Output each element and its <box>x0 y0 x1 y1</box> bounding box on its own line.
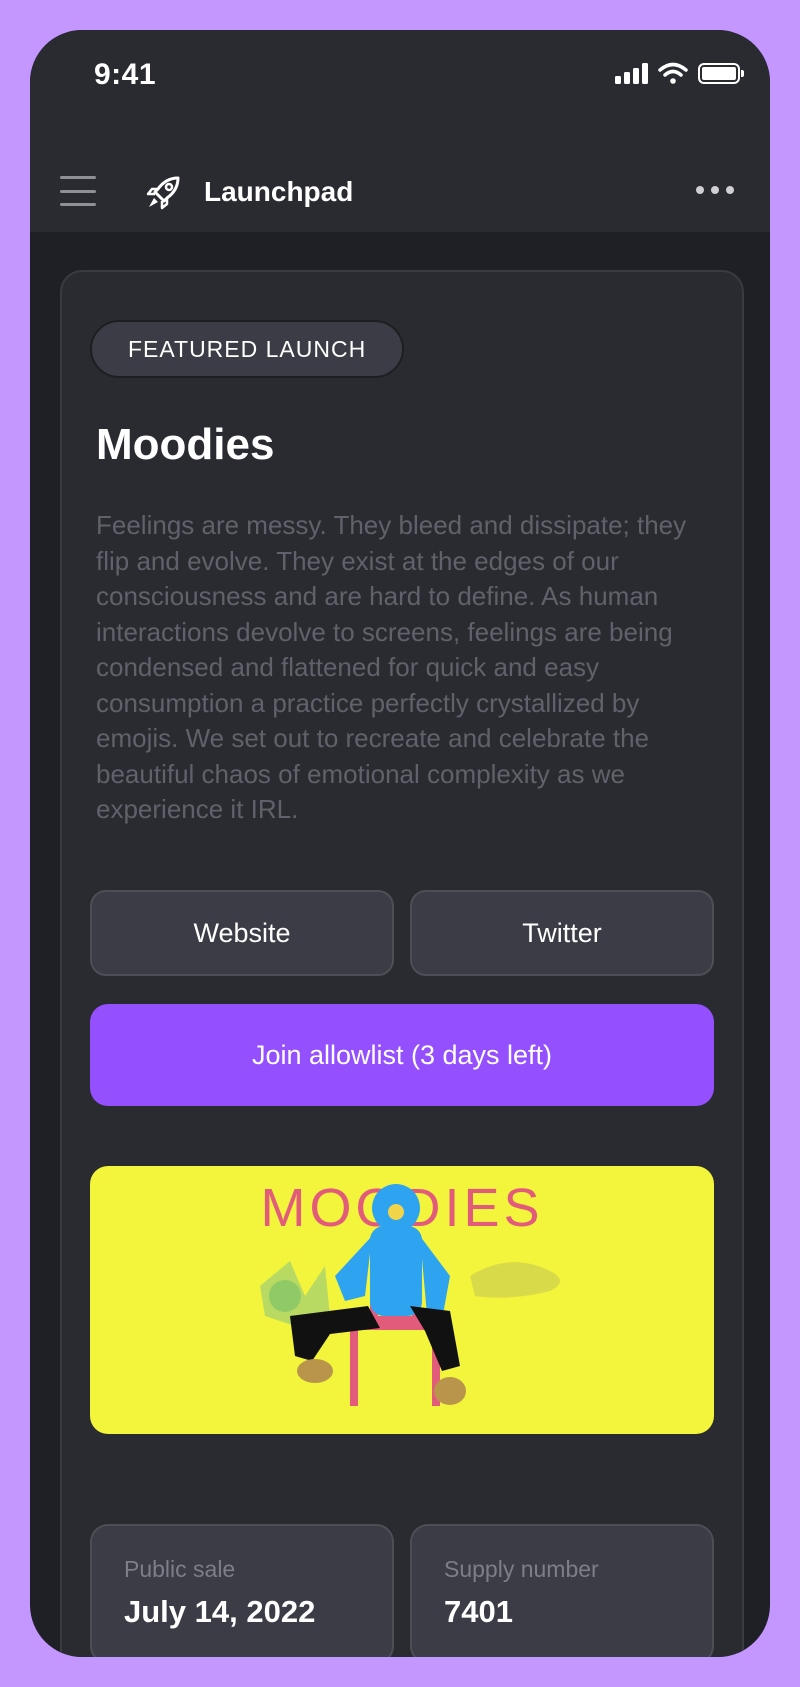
nft-artwork: MOODIES <box>90 1166 714 1434</box>
join-allowlist-button[interactable]: Join allowlist (3 days left) <box>90 1004 714 1106</box>
cellular-signal-icon <box>615 62 648 84</box>
stat-label: Supply number <box>444 1556 599 1582</box>
app-header: Launchpad <box>30 130 770 232</box>
device-frame: 9:41 Launchpad FEATURED LAUNCH Moodies F… <box>0 0 800 1687</box>
wifi-icon <box>658 62 688 84</box>
more-dots-icon[interactable] <box>696 186 734 194</box>
supply-number-stat: Supply number 7401 <box>410 1524 714 1657</box>
status-bar: 9:41 <box>30 30 770 130</box>
public-sale-stat: Public sale July 14, 2022 <box>90 1524 394 1657</box>
status-icons <box>615 62 744 84</box>
stat-label: Public sale <box>124 1556 236 1582</box>
rocket-icon <box>146 176 180 210</box>
project-title: Moodies <box>96 420 275 469</box>
website-button[interactable]: Website <box>90 890 394 976</box>
featured-badge: FEATURED LAUNCH <box>90 320 405 378</box>
featured-launch-card: FEATURED LAUNCH Moodies Feelings are mes… <box>60 270 744 1657</box>
stat-value: July 14, 2022 <box>124 1594 316 1629</box>
moodies-artwork-illustration: MOODIES <box>260 1178 560 1406</box>
battery-icon <box>698 62 744 84</box>
stat-value: 7401 <box>444 1594 513 1629</box>
hamburger-menu-icon[interactable] <box>60 176 96 206</box>
project-description: Feelings are messy. They bleed and dissi… <box>96 510 687 824</box>
phone-screen: 9:41 Launchpad FEATURED LAUNCH Moodies F… <box>30 30 770 1657</box>
twitter-button[interactable]: Twitter <box>410 890 714 976</box>
app-title: Launchpad <box>204 176 354 207</box>
status-time: 9:41 <box>94 58 157 91</box>
